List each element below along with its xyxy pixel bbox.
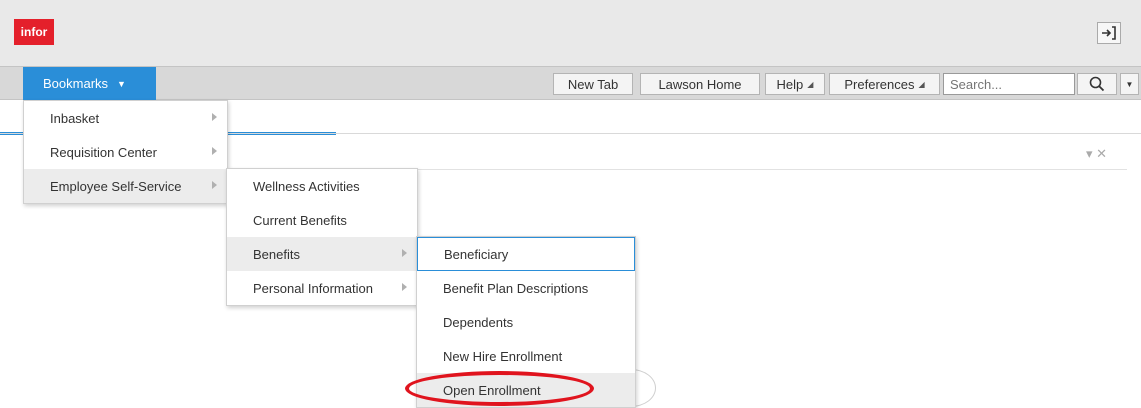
lawson-home-button[interactable]: Lawson Home xyxy=(640,73,760,95)
menu-item-label: Personal Information xyxy=(253,280,373,296)
caret-down-icon: ▼ xyxy=(1125,79,1134,89)
menu-item-current-benefits[interactable]: Current Benefits xyxy=(227,203,417,237)
menu-item-label: Wellness Activities xyxy=(253,178,360,194)
bookmarks-button[interactable]: Bookmarks ▼ xyxy=(23,67,156,100)
menu-item-label: Dependents xyxy=(443,314,514,330)
menu-item-benefit-plan-descriptions[interactable]: Benefit Plan Descriptions xyxy=(417,271,635,305)
submenu-arrow-icon xyxy=(212,181,217,189)
menu-item-label: Benefits xyxy=(253,246,300,262)
corner-triangle-icon: ◢ xyxy=(918,79,925,89)
menu-item-wellness-activities[interactable]: Wellness Activities xyxy=(227,169,417,203)
preferences-label: Preferences xyxy=(844,76,915,92)
menu-item-label: Employee Self-Service xyxy=(50,178,182,194)
corner-triangle-icon: ◢ xyxy=(807,79,814,89)
menu-item-new-hire-enrollment[interactable]: New Hire Enrollment xyxy=(417,339,635,373)
help-button[interactable]: Help ◢ xyxy=(765,73,825,95)
top-header: infor xyxy=(0,0,1141,66)
menu-item-label: Beneficiary xyxy=(444,246,509,262)
panel-controls[interactable]: ▾ ✕ xyxy=(1086,146,1107,162)
red-highlight-circle xyxy=(405,371,594,406)
infor-logo: infor xyxy=(14,19,54,45)
menu-item-employee-self-service[interactable]: Employee Self-Service xyxy=(24,169,227,203)
caret-down-icon: ▼ xyxy=(117,78,126,89)
new-tab-button[interactable]: New Tab xyxy=(553,73,633,95)
submenu-arrow-icon xyxy=(212,147,217,155)
menu-item-personal-information[interactable]: Personal Information xyxy=(227,271,417,305)
menu-item-label: Inbasket xyxy=(50,110,100,126)
sign-in-arrow-icon[interactable] xyxy=(1097,22,1121,44)
menu-item-label: Benefit Plan Descriptions xyxy=(443,280,589,296)
search-input[interactable] xyxy=(943,73,1075,95)
menu-item-beneficiary[interactable]: Beneficiary xyxy=(417,237,635,271)
menu-item-benefits[interactable]: Benefits xyxy=(227,237,417,271)
menu-item-label: Requisition Center xyxy=(50,144,157,160)
employee-self-service-menu: Wellness Activities Current Benefits Ben… xyxy=(226,168,418,306)
submenu-arrow-icon xyxy=(402,249,407,257)
menu-item-dependents[interactable]: Dependents xyxy=(417,305,635,339)
submenu-arrow-icon xyxy=(402,283,407,291)
menu-item-label: Current Benefits xyxy=(253,212,347,228)
menu-item-requisition-center[interactable]: Requisition Center xyxy=(24,135,227,169)
menu-item-inbasket[interactable]: Inbasket xyxy=(24,101,227,135)
preferences-button[interactable]: Preferences ◢ xyxy=(829,73,940,95)
magnifier-icon xyxy=(1089,76,1105,92)
toolbar: Bookmarks ▼ New Tab Lawson Home Help ◢ P… xyxy=(0,66,1141,100)
menu-item-label: New Hire Enrollment xyxy=(443,348,563,364)
submenu-arrow-icon xyxy=(212,113,217,121)
bookmarks-label: Bookmarks xyxy=(43,76,109,91)
search-button[interactable] xyxy=(1077,73,1117,95)
search-options-button[interactable]: ▼ xyxy=(1120,73,1139,95)
bookmarks-menu: Inbasket Requisition Center Employee Sel… xyxy=(23,100,228,204)
help-label: Help xyxy=(776,76,804,92)
